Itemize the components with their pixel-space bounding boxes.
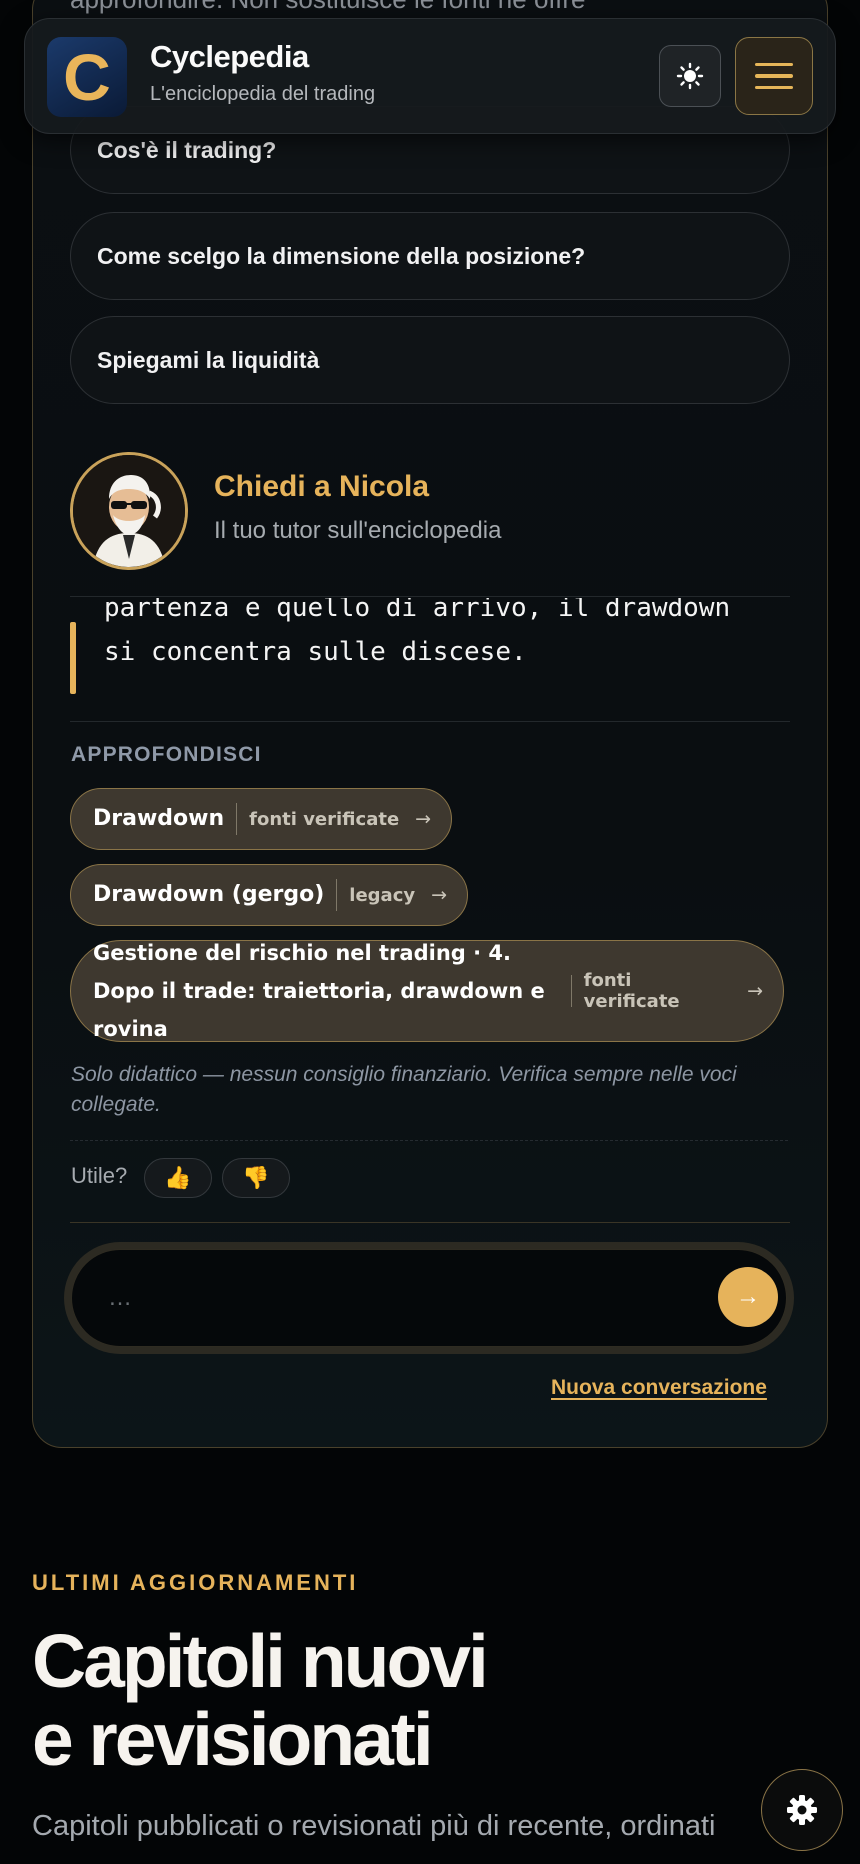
answer-text: partenza e quello di arrivo, il drawdown… — [104, 598, 790, 674]
thumbs-down-icon: 👎 — [242, 1165, 270, 1190]
arrow-right-icon: → — [415, 808, 432, 830]
chat-input-wrapper — [64, 1242, 794, 1354]
menu-button[interactable] — [735, 37, 813, 115]
hamburger-icon-line — [755, 74, 793, 78]
arrow-right-icon: → — [431, 884, 448, 906]
thumbs-up-icon: 👍 — [164, 1165, 192, 1190]
tutor-name: Chiedi a Nicola — [214, 470, 430, 503]
cyclepedia-logo[interactable]: C — [47, 37, 127, 117]
link-tag: fonti verificate — [249, 808, 400, 830]
divider — [70, 721, 790, 722]
top-header: C Cyclepedia L'enciclopedia del trading — [24, 18, 836, 134]
further-reading-label: APPROFONDISCI — [71, 743, 262, 766]
disclaimer-text: Solo didattico — nessun consiglio finanz… — [71, 1063, 737, 1116]
suggestion-button-position-size[interactable]: Come scelgo la dimensione della posizion… — [70, 212, 790, 300]
tutor-subtitle: Il tuo tutor sull'enciclopedia — [214, 517, 502, 544]
chat-input[interactable] — [71, 1249, 787, 1347]
updates-title: Capitoli nuovi e revisionati — [32, 1622, 732, 1778]
answer-line: si concentra sulle discese. — [104, 637, 527, 667]
answer-line: partenza e quello di arrivo, il drawdown — [104, 598, 731, 623]
feedback-label: Utile? — [71, 1163, 128, 1188]
link-tag: fonti verificate — [583, 970, 680, 1012]
suggestion-button-liquidity[interactable]: Spiegami la liquidità — [70, 316, 790, 404]
thumbs-up-button[interactable]: 👍 — [144, 1158, 212, 1198]
link-title: Drawdown (gergo) — [93, 882, 325, 907]
link-chip-drawdown-gergo[interactable]: Drawdown (gergo) legacy → — [70, 864, 469, 926]
arrow-right-icon: → — [736, 1283, 760, 1310]
updates-subtitle: Capitoli pubblicati o revisionati più di… — [32, 1810, 716, 1842]
settings-button[interactable] — [761, 1769, 843, 1851]
hamburger-icon-line — [755, 85, 793, 90]
arrow-right-icon: → — [747, 980, 763, 1002]
link-tag: legacy — [349, 884, 416, 906]
sun-icon — [676, 62, 704, 90]
tutor-avatar — [70, 452, 188, 570]
divider — [70, 596, 790, 597]
new-conversation-link[interactable]: Nuova conversazione — [551, 1376, 767, 1400]
brand-title[interactable]: Cyclepedia — [150, 39, 309, 75]
send-button[interactable]: → — [718, 1267, 778, 1327]
link-chip-risk-management[interactable]: Gestione del rischio nel trading · 4. Do… — [70, 940, 784, 1042]
link-title: Gestione del rischio nel trading · 4. Do… — [93, 941, 545, 1041]
updates-kicker: ULTIMI AGGIORNAMENTI — [32, 1570, 359, 1595]
link-chip-drawdown[interactable]: Drawdown fonti verificate → — [70, 788, 453, 850]
separator — [570, 975, 572, 1007]
tutor-portrait-icon — [73, 455, 185, 567]
separator — [336, 879, 338, 911]
divider — [70, 1222, 790, 1223]
brand-subtitle: L'enciclopedia del trading — [150, 83, 376, 105]
theme-toggle-button[interactable] — [659, 45, 721, 107]
link-title: Drawdown — [93, 806, 225, 831]
thumbs-down-button[interactable]: 👎 — [222, 1158, 290, 1198]
separator — [236, 803, 238, 835]
updates-title-line: e revisionati — [32, 1697, 434, 1781]
answer-message: partenza e quello di arrivo, il drawdown… — [70, 598, 790, 720]
quote-bar — [70, 622, 76, 694]
updates-title-line: Capitoli nuovi — [32, 1619, 489, 1703]
divider-dashed — [70, 1140, 788, 1141]
chat-intro-text: approfondire. Non sostituisce le fonti n… — [70, 0, 586, 15]
gear-icon — [787, 1795, 817, 1825]
hamburger-icon — [755, 62, 793, 67]
